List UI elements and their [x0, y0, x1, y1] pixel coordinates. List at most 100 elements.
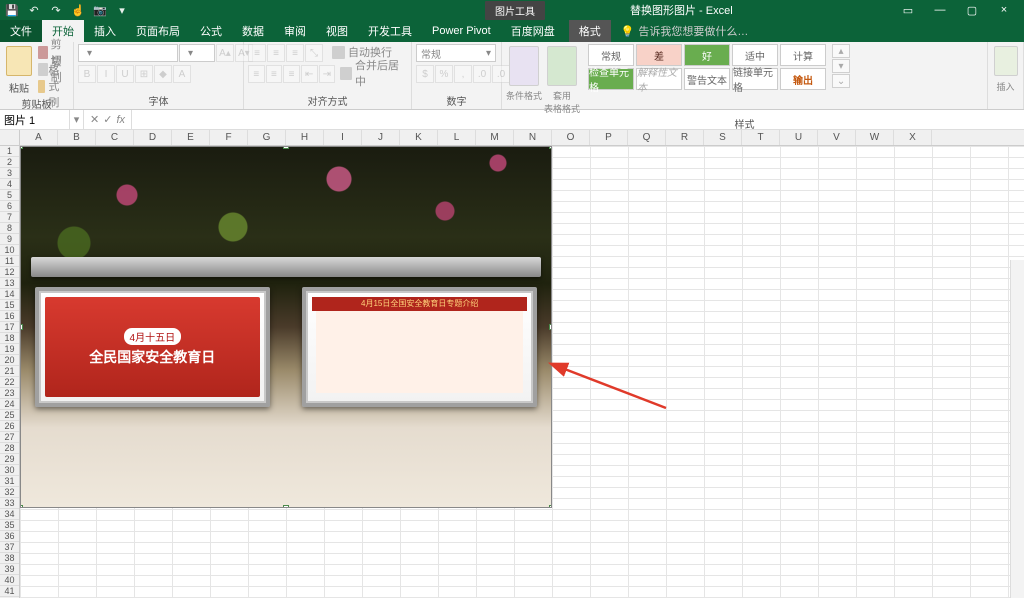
row-header-39[interactable]: 39 [0, 564, 19, 575]
enter-icon[interactable]: ✓ [103, 113, 112, 126]
fx-icon[interactable]: fx [116, 114, 125, 126]
row-header-23[interactable]: 23 [0, 388, 19, 399]
row-header-13[interactable]: 13 [0, 278, 19, 289]
col-header-T[interactable]: T [742, 130, 780, 145]
row-header-30[interactable]: 30 [0, 465, 19, 476]
tab-data[interactable]: 数据 [232, 20, 274, 42]
col-header-G[interactable]: G [248, 130, 286, 145]
row-header-31[interactable]: 31 [0, 476, 19, 487]
column-headers[interactable]: ABCDEFGHIJKLMNOPQRSTUVWX [20, 130, 1024, 146]
col-header-L[interactable]: L [438, 130, 476, 145]
row-header-5[interactable]: 5 [0, 190, 19, 201]
increase-font-icon[interactable]: A▴ [216, 44, 234, 62]
resize-handle-bl[interactable] [20, 505, 23, 508]
row-header-18[interactable]: 18 [0, 333, 19, 344]
inc-indent-icon[interactable]: ⇥ [319, 65, 336, 83]
row-header-38[interactable]: 38 [0, 553, 19, 564]
namebox-dropdown-icon[interactable]: ▾ [70, 110, 84, 129]
row-header-32[interactable]: 32 [0, 487, 19, 498]
row-header-7[interactable]: 7 [0, 212, 19, 223]
row-header-4[interactable]: 4 [0, 179, 19, 190]
row-header-6[interactable]: 6 [0, 201, 19, 212]
align-left-icon[interactable]: ≡ [248, 65, 265, 83]
redo-icon[interactable]: ↷ [48, 2, 64, 18]
tab-insert[interactable]: 插入 [84, 20, 126, 42]
embedded-picture[interactable]: 4月十五日 全民国家安全教育日 4月15日全国安全教育日专题介绍 [20, 146, 552, 508]
style-check[interactable]: 检查单元格 [588, 68, 634, 90]
row-header-40[interactable]: 40 [0, 575, 19, 586]
col-header-R[interactable]: R [666, 130, 704, 145]
col-header-M[interactable]: M [476, 130, 514, 145]
cancel-icon[interactable]: ✕ [90, 113, 99, 126]
underline-button[interactable]: U [116, 65, 134, 83]
minimize-icon[interactable]: — [928, 4, 952, 17]
currency-icon[interactable]: $ [416, 65, 434, 83]
col-header-N[interactable]: N [514, 130, 552, 145]
style-bad[interactable]: 差 [636, 44, 682, 66]
gallery-more-icon[interactable]: ⌄ [832, 74, 850, 88]
row-header-29[interactable]: 29 [0, 454, 19, 465]
style-output[interactable]: 输出 [780, 68, 826, 90]
tab-file[interactable]: 文件 [0, 20, 42, 42]
tab-developer[interactable]: 开发工具 [358, 20, 422, 42]
gallery-down-icon[interactable]: ▾ [832, 59, 850, 73]
row-header-14[interactable]: 14 [0, 289, 19, 300]
style-warning[interactable]: 警告文本 [684, 68, 730, 90]
format-as-table-icon[interactable] [547, 46, 577, 86]
number-format-dropdown[interactable]: 常规 [416, 44, 496, 62]
row-header-21[interactable]: 21 [0, 366, 19, 377]
row-header-16[interactable]: 16 [0, 311, 19, 322]
col-header-P[interactable]: P [590, 130, 628, 145]
bold-button[interactable]: B [78, 65, 96, 83]
row-header-22[interactable]: 22 [0, 377, 19, 388]
maximize-icon[interactable]: ▢ [960, 4, 984, 17]
font-size-dropdown[interactable] [179, 44, 215, 62]
row-header-41[interactable]: 41 [0, 586, 19, 597]
tab-review[interactable]: 审阅 [274, 20, 316, 42]
align-right-icon[interactable]: ≡ [283, 65, 300, 83]
row-header-12[interactable]: 12 [0, 267, 19, 278]
row-header-20[interactable]: 20 [0, 355, 19, 366]
tab-picture-format[interactable]: 格式 [569, 20, 611, 42]
resize-handle-tm[interactable] [283, 146, 289, 149]
orientation-icon[interactable]: ⤡ [305, 44, 323, 62]
row-header-10[interactable]: 10 [0, 245, 19, 256]
resize-handle-br[interactable] [549, 505, 552, 508]
font-name-dropdown[interactable] [78, 44, 178, 62]
col-header-Q[interactable]: Q [628, 130, 666, 145]
comma-icon[interactable]: , [454, 65, 472, 83]
fill-color-button[interactable]: ◆ [154, 65, 172, 83]
row-header-15[interactable]: 15 [0, 300, 19, 311]
align-center-icon[interactable]: ≡ [266, 65, 283, 83]
col-header-B[interactable]: B [58, 130, 96, 145]
col-header-X[interactable]: X [894, 130, 932, 145]
row-header-1[interactable]: 1 [0, 146, 19, 157]
style-good[interactable]: 好 [684, 44, 730, 66]
resize-handle-tl[interactable] [20, 146, 23, 149]
style-calc[interactable]: 计算 [780, 44, 826, 66]
col-header-H[interactable]: H [286, 130, 324, 145]
font-color-button[interactable]: A [173, 65, 191, 83]
style-normal[interactable]: 常规 [588, 44, 634, 66]
name-box[interactable]: 图片 1 [0, 110, 70, 129]
row-header-27[interactable]: 27 [0, 432, 19, 443]
qat-dropdown-icon[interactable]: ▾ [114, 2, 130, 18]
row-header-2[interactable]: 2 [0, 157, 19, 168]
row-header-17[interactable]: 17 [0, 322, 19, 333]
cells-area[interactable]: 4月十五日 全民国家安全教育日 4月15日全国安全教育日专题介绍 [20, 146, 1024, 598]
conditional-format-icon[interactable] [509, 46, 539, 86]
row-header-9[interactable]: 9 [0, 234, 19, 245]
row-header-36[interactable]: 36 [0, 531, 19, 542]
tab-page-layout[interactable]: 页面布局 [126, 20, 190, 42]
tab-powerpivot[interactable]: Power Pivot [422, 20, 501, 42]
col-header-F[interactable]: F [210, 130, 248, 145]
col-header-E[interactable]: E [172, 130, 210, 145]
close-icon[interactable]: × [992, 4, 1016, 17]
col-header-C[interactable]: C [96, 130, 134, 145]
col-header-W[interactable]: W [856, 130, 894, 145]
camera-icon[interactable]: 📷 [92, 2, 108, 18]
undo-icon[interactable]: ↶ [26, 2, 42, 18]
align-middle-icon[interactable]: ≡ [267, 44, 285, 62]
row-header-26[interactable]: 26 [0, 421, 19, 432]
col-header-V[interactable]: V [818, 130, 856, 145]
